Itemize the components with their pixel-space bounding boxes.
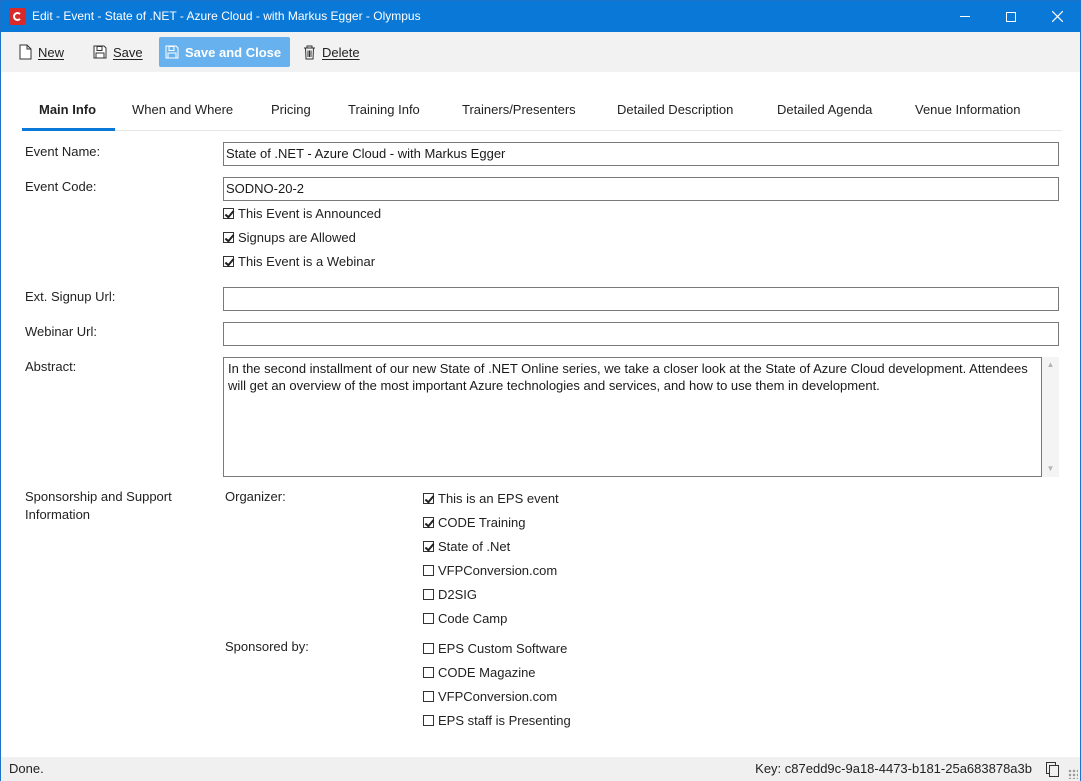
sponsor-checkbox[interactable]	[423, 667, 434, 678]
organizer-option-label: State of .Net	[438, 539, 511, 554]
tab-training-info[interactable]: Training Info	[348, 102, 420, 117]
tab-trainers-presenters[interactable]: Trainers/Presenters	[462, 102, 576, 117]
sponsor-option[interactable]: VFPConversion.com	[423, 689, 557, 704]
status-bar: Done. Key: c87edd9c-9a18-4473-b181-25a68…	[1, 757, 1080, 781]
event-name-field[interactable]: State of .NET - Azure Cloud - with Marku…	[223, 142, 1059, 166]
save-and-close-label: Save and Close	[185, 44, 282, 60]
organizer-option[interactable]: D2SIG	[423, 587, 477, 602]
close-button[interactable]	[1034, 1, 1080, 32]
tab-detailed-description[interactable]: Detailed Description	[617, 102, 733, 117]
new-label: New	[38, 44, 65, 60]
organizer-option-label: Code Camp	[438, 611, 508, 626]
tab-venue-information[interactable]: Venue Information	[915, 102, 1021, 117]
event-name-label: Event Name:	[25, 144, 101, 159]
title-bar: Edit - Event - State of .NET - Azure Clo…	[1, 1, 1080, 32]
edit-event-window: Edit - Event - State of .NET - Azure Clo…	[0, 0, 1081, 781]
active-tab-indicator	[22, 128, 115, 131]
organizer-option[interactable]: VFPConversion.com	[423, 563, 557, 578]
organizer-label: Organizer:	[225, 489, 286, 504]
signups-label: Signups are Allowed	[238, 230, 356, 245]
sponsor-checkbox[interactable]	[423, 643, 434, 654]
organizer-checkbox[interactable]	[423, 493, 434, 504]
organizer-checkbox[interactable]	[423, 517, 434, 528]
sponsorship-label-line2: Information	[25, 507, 91, 522]
abstract-label: Abstract:	[25, 359, 77, 374]
ext-signup-url-field[interactable]	[223, 287, 1059, 311]
copy-icon[interactable]	[1046, 762, 1059, 777]
save-button[interactable]: Save	[87, 38, 149, 66]
organizer-option[interactable]: Code Camp	[423, 611, 507, 626]
abstract-textarea[interactable]: In the second installment of our new Sta…	[223, 357, 1042, 477]
organizer-option[interactable]: CODE Training	[423, 515, 525, 530]
tab-detailed-agenda[interactable]: Detailed Agenda	[777, 102, 872, 117]
sponsorship-label: Sponsorship and Support Information	[25, 488, 172, 524]
sponsor-option-label: EPS staff is Presenting	[438, 713, 571, 728]
webinar-label: This Event is a Webinar	[238, 254, 376, 269]
sponsor-option-label: EPS Custom Software	[438, 641, 568, 656]
delete-button[interactable]: Delete	[297, 38, 366, 66]
announced-checkbox-row[interactable]: This Event is Announced	[223, 206, 381, 221]
save-and-close-button[interactable]: Save and Close	[159, 37, 290, 67]
organizer-checkbox[interactable]	[423, 589, 434, 600]
close-icon	[1051, 11, 1063, 22]
maximize-icon	[1006, 11, 1016, 22]
tab-strip: Main Info When and Where Pricing Trainin…	[22, 95, 1062, 131]
app-logo-icon	[9, 8, 26, 25]
ext-signup-url-label: Ext. Signup Url:	[25, 289, 116, 304]
window-title: Edit - Event - State of .NET - Azure Clo…	[32, 9, 421, 23]
scroll-down-icon[interactable]: ▼	[1042, 461, 1059, 477]
save-label: Save	[113, 44, 143, 60]
organizer-option[interactable]: State of .Net	[423, 539, 510, 554]
webinar-checkbox-row[interactable]: This Event is a Webinar	[223, 254, 375, 269]
save-icon	[93, 45, 107, 59]
minimize-button[interactable]	[942, 1, 988, 32]
new-button[interactable]: New	[13, 38, 70, 66]
sponsor-checkbox[interactable]	[423, 715, 434, 726]
webinar-checkbox[interactable]	[223, 256, 234, 267]
toolbar: New Save Save and Close Delete	[1, 32, 1080, 72]
record-key: Key: c87edd9c-9a18-4473-b181-25a683878a3…	[755, 761, 1032, 776]
webinar-url-field[interactable]	[223, 322, 1059, 346]
maximize-button[interactable]	[988, 1, 1034, 32]
tab-main-info[interactable]: Main Info	[39, 102, 96, 117]
sponsor-option[interactable]: EPS Custom Software	[423, 641, 567, 656]
organizer-option[interactable]: This is an EPS event	[423, 491, 559, 506]
sponsor-checkbox[interactable]	[423, 691, 434, 702]
webinar-url-label: Webinar Url:	[25, 324, 98, 339]
save-icon	[165, 45, 179, 59]
signups-checkbox[interactable]	[223, 232, 234, 243]
event-code-label: Event Code:	[25, 179, 97, 194]
sponsor-option[interactable]: EPS staff is Presenting	[423, 713, 571, 728]
organizer-checkbox[interactable]	[423, 541, 434, 552]
signups-checkbox-row[interactable]: Signups are Allowed	[223, 230, 356, 245]
sponsorship-label-line1: Sponsorship and Support	[25, 489, 172, 504]
status-text: Done.	[9, 761, 44, 776]
announced-label: This Event is Announced	[238, 206, 382, 221]
sponsored-by-label: Sponsored by:	[225, 639, 309, 654]
organizer-option-label: D2SIG	[438, 587, 478, 602]
event-code-field[interactable]: SODNO-20-2	[223, 177, 1059, 201]
delete-label: Delete	[322, 44, 360, 60]
organizer-option-label: CODE Training	[438, 515, 526, 530]
trash-icon	[304, 45, 315, 59]
organizer-checkbox[interactable]	[423, 613, 434, 624]
sponsor-option-label: CODE Magazine	[438, 665, 536, 680]
organizer-option-label: VFPConversion.com	[438, 563, 558, 578]
announced-checkbox[interactable]	[223, 208, 234, 219]
tab-when-and-where[interactable]: When and Where	[132, 102, 233, 117]
organizer-checkbox[interactable]	[423, 565, 434, 576]
abstract-scrollbar[interactable]: ▲ ▼	[1042, 357, 1059, 477]
tab-pricing[interactable]: Pricing	[271, 102, 311, 117]
sponsor-option-label: VFPConversion.com	[438, 689, 558, 704]
scroll-up-icon[interactable]: ▲	[1042, 357, 1059, 373]
organizer-option-label: This is an EPS event	[438, 491, 559, 506]
minimize-icon	[960, 16, 970, 17]
sponsor-option[interactable]: CODE Magazine	[423, 665, 536, 680]
resize-grip-icon[interactable]	[1068, 769, 1078, 779]
new-document-icon	[19, 44, 32, 60]
